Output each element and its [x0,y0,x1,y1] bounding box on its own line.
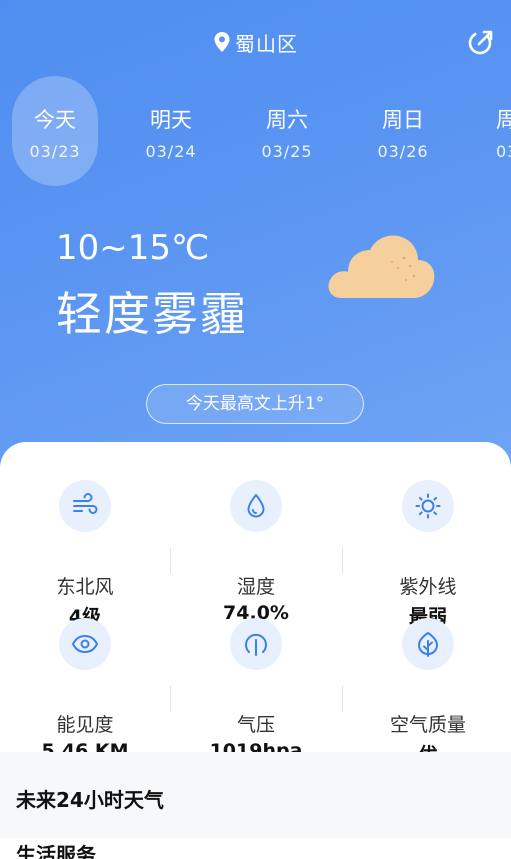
day-name: 今天 [34,108,76,132]
humidity-drop-icon [230,480,282,532]
share-external-icon[interactable] [467,28,495,56]
detail-air-quality: 空气质量 优 [343,618,511,768]
day-tab-sunday[interactable]: 周日 03/26 [360,76,446,186]
detail-label: 空气质量 [389,714,466,736]
detail-wind: 东北风 4级 [0,480,170,630]
day-date: 03/24 [145,142,197,161]
weather-condition: 轻度雾霾 [56,287,248,341]
temperature-tip-pill[interactable]: 今天最高文上升1° [146,384,364,424]
day-tab-tomorrow[interactable]: 明天 03/24 [128,76,214,186]
day-tab-next[interactable]: 周 03 [476,76,511,186]
location-selector[interactable]: 蜀山区 [0,28,511,57]
sun-uv-icon [402,480,454,532]
detail-pressure: 气压 1019hpa [171,618,341,768]
day-date: 03/23 [29,142,81,161]
section-title: 生活服务 [16,843,96,859]
detail-label: 东北风 [56,576,114,598]
life-services-section[interactable]: 生活服务 [0,838,511,859]
weather-details-card: 东北风 4级 湿度 74.0% 紫外线 最弱 能见度 5.46 KM 气压 10… [0,442,511,766]
day-date: 03/26 [377,142,429,161]
detail-label: 紫外线 [399,576,457,598]
day-name: 明天 [150,108,192,132]
detail-humidity: 湿度 74.0% [171,480,341,630]
section-title: 未来24小时天气 [16,788,164,812]
leaf-icon [402,618,454,670]
location-pin-icon [214,32,230,52]
wind-icon [59,480,111,532]
pressure-gauge-icon [230,618,282,670]
detail-label: 能见度 [56,714,114,736]
weather-hero: 蜀山区 今天 03/23 明天 03/24 周六 03/25 周日 03/26 … [0,0,511,470]
location-name: 蜀山区 [235,32,298,56]
day-name: 周 [496,108,511,132]
detail-label: 气压 [236,714,275,736]
day-name: 周日 [382,108,424,132]
detail-visibility: 能见度 5.46 KM [0,618,170,768]
temperature-range: 10~15℃ [56,228,210,268]
hourly-forecast-section[interactable]: 未来24小时天气 [0,752,511,842]
cloud-icon [328,235,435,298]
detail-label: 湿度 [236,576,275,598]
day-tab-saturday[interactable]: 周六 03/25 [244,76,330,186]
day-name: 周六 [266,108,308,132]
eye-icon [59,618,111,670]
day-date: 03/25 [261,142,313,161]
top-bar: 蜀山区 [0,24,511,60]
day-selector: 今天 03/23 明天 03/24 周六 03/25 周日 03/26 周 03 [0,76,511,186]
day-date: 03 [496,142,511,161]
day-tab-today[interactable]: 今天 03/23 [12,76,98,186]
detail-uv: 紫外线 最弱 [343,480,511,630]
